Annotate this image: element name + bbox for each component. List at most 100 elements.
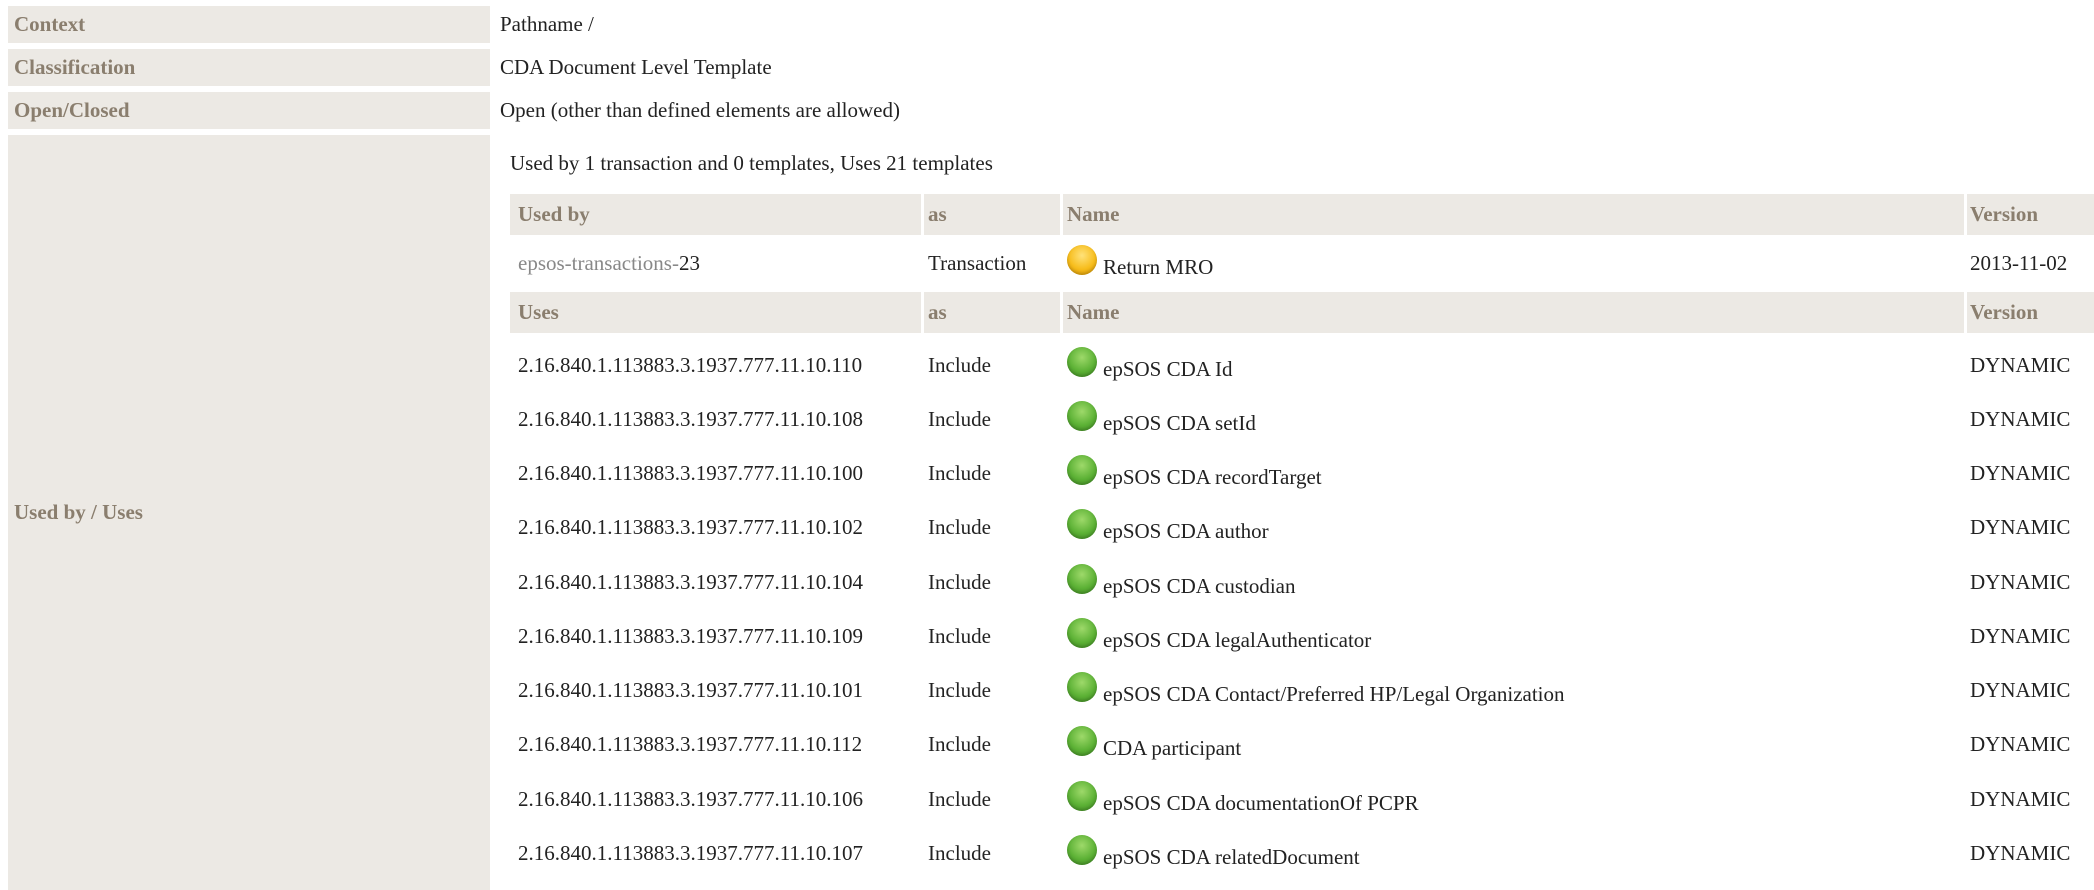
status-green-icon: [1067, 347, 1097, 377]
template-version: DYNAMIC: [1970, 731, 2071, 756]
template-name[interactable]: epSOS CDA relatedDocument: [1103, 845, 1360, 870]
used-by-version: 2013-11-02: [1970, 250, 2068, 275]
uses-header-row: Uses as Name Version: [510, 292, 2094, 333]
template-version: DYNAMIC: [1970, 514, 2071, 539]
transaction-link-prefix[interactable]: epsos-transactions-: [518, 251, 679, 276]
header-version: Version: [1970, 202, 2039, 226]
status-yellow-icon: [1067, 245, 1097, 275]
template-version: DYNAMIC: [1970, 677, 2071, 702]
template-as: Include: [928, 840, 991, 865]
template-version: DYNAMIC: [1970, 786, 2071, 811]
used-by-as: Transaction: [928, 250, 1027, 275]
template-name[interactable]: epSOS CDA recordTarget: [1103, 465, 1322, 490]
status-green-icon: [1067, 564, 1097, 594]
uses-row: 2.16.840.1.113883.3.1937.777.11.10.107 I…: [510, 828, 2094, 878]
template-id: 2.16.840.1.113883.3.1937.777.11.10.112: [518, 731, 863, 756]
uses-row: 2.16.840.1.113883.3.1937.777.11.10.100 I…: [510, 448, 2094, 498]
template-name-cell[interactable]: epSOS CDA legalAuthenticator: [1067, 611, 1371, 661]
template-name-cell[interactable]: epSOS CDA documentationOf PCPR: [1067, 774, 1419, 824]
template-id: 2.16.840.1.113883.3.1937.777.11.10.110: [518, 352, 863, 377]
context-label: Context: [8, 6, 490, 43]
template-name[interactable]: epSOS CDA legalAuthenticator: [1103, 628, 1371, 653]
used-by-header-row: Used by as Name Version: [510, 194, 2094, 235]
template-as: Include: [928, 352, 991, 377]
transaction-link[interactable]: epsos-transactions- 23: [518, 240, 700, 286]
template-id: 2.16.840.1.113883.3.1937.777.11.10.107: [518, 840, 863, 865]
header-as: as: [928, 202, 947, 226]
status-green-icon: [1067, 835, 1097, 865]
status-green-icon: [1067, 401, 1097, 431]
used-by-row: epsos-transactions- 23 Transaction Return…: [510, 240, 2094, 286]
template-id: 2.16.840.1.113883.3.1937.777.11.10.104: [518, 569, 863, 594]
template-id: 2.16.840.1.113883.3.1937.777.11.10.100: [518, 460, 863, 485]
used-by-name[interactable]: Return MRO: [1103, 255, 1213, 280]
context-value: Pathname /: [500, 12, 594, 36]
template-as: Include: [928, 623, 991, 648]
template-version: DYNAMIC: [1970, 840, 2071, 865]
template-version: DYNAMIC: [1970, 406, 2071, 431]
uses-row: 2.16.840.1.113883.3.1937.777.11.10.102 I…: [510, 502, 2094, 552]
template-version: DYNAMIC: [1970, 460, 2071, 485]
template-as: Include: [928, 460, 991, 485]
template-id: 2.16.840.1.113883.3.1937.777.11.10.109: [518, 623, 863, 648]
uses-row: 2.16.840.1.113883.3.1937.777.11.10.104 I…: [510, 557, 2094, 607]
uses-row: 2.16.840.1.113883.3.1937.777.11.10.109 I…: [510, 611, 2094, 661]
classification-label: Classification: [8, 49, 490, 86]
template-as: Include: [928, 677, 991, 702]
uses-row: 2.16.840.1.113883.3.1937.777.11.10.108 I…: [510, 394, 2094, 444]
header-separator: [1060, 292, 1063, 333]
header-separator: [1060, 194, 1063, 235]
status-green-icon: [1067, 618, 1097, 648]
header-separator: [921, 194, 924, 235]
status-green-icon: [1067, 726, 1097, 756]
template-name-cell[interactable]: epSOS CDA Contact/Preferred HP/Legal Org…: [1067, 665, 1565, 715]
template-name-cell[interactable]: epSOS CDA setId: [1067, 394, 1256, 444]
status-green-icon: [1067, 509, 1097, 539]
template-name[interactable]: epSOS CDA Contact/Preferred HP/Legal Org…: [1103, 682, 1565, 707]
template-name-cell[interactable]: CDA participant: [1067, 719, 1241, 769]
header-name: Name: [1067, 300, 1120, 324]
template-id: 2.16.840.1.113883.3.1937.777.11.10.108: [518, 406, 863, 431]
template-version: DYNAMIC: [1970, 623, 2071, 648]
template-name[interactable]: epSOS CDA Id: [1103, 357, 1233, 382]
open-closed-value: Open (other than defined elements are al…: [500, 98, 900, 122]
status-green-icon: [1067, 672, 1097, 702]
template-as: Include: [928, 731, 991, 756]
uses-row: 2.16.840.1.113883.3.1937.777.11.10.112 I…: [510, 719, 2094, 769]
header-separator: [921, 292, 924, 333]
template-as: Include: [928, 569, 991, 594]
transaction-link-suffix[interactable]: 23: [679, 251, 700, 276]
header-name: Name: [1067, 202, 1120, 226]
usage-summary: Used by 1 transaction and 0 templates, U…: [510, 150, 993, 175]
template-as: Include: [928, 406, 991, 431]
status-green-icon: [1067, 781, 1097, 811]
uses-row: 2.16.840.1.113883.3.1937.777.11.10.106 I…: [510, 774, 2094, 824]
header-version: Version: [1970, 300, 2039, 324]
uses-row: 2.16.840.1.113883.3.1937.777.11.10.110 I…: [510, 340, 2094, 390]
template-name[interactable]: CDA participant: [1103, 736, 1241, 761]
template-version: DYNAMIC: [1970, 569, 2071, 594]
template-name[interactable]: epSOS CDA setId: [1103, 411, 1256, 436]
template-as: Include: [928, 786, 991, 811]
template-name-cell[interactable]: epSOS CDA custodian: [1067, 557, 1296, 607]
header-uses: Uses: [518, 300, 559, 324]
template-name-cell[interactable]: epSOS CDA Id: [1067, 340, 1233, 390]
header-separator: [1964, 292, 1967, 333]
template-name-cell[interactable]: epSOS CDA author: [1067, 502, 1269, 552]
template-name[interactable]: epSOS CDA author: [1103, 519, 1269, 544]
template-as: Include: [928, 514, 991, 539]
header-as: as: [928, 300, 947, 324]
classification-value: CDA Document Level Template: [500, 55, 772, 79]
header-used-by: Used by: [518, 202, 590, 226]
template-id: 2.16.840.1.113883.3.1937.777.11.10.102: [518, 514, 863, 539]
template-id: 2.16.840.1.113883.3.1937.777.11.10.106: [518, 786, 863, 811]
template-name[interactable]: epSOS CDA documentationOf PCPR: [1103, 791, 1419, 816]
uses-row: 2.16.840.1.113883.3.1937.777.11.10.101 I…: [510, 665, 2094, 715]
template-id: 2.16.840.1.113883.3.1937.777.11.10.101: [518, 677, 863, 702]
used-by-name-cell[interactable]: Return MRO: [1067, 240, 1213, 286]
usage-label: Used by / Uses: [8, 135, 490, 890]
template-version: DYNAMIC: [1970, 352, 2071, 377]
template-name-cell[interactable]: epSOS CDA relatedDocument: [1067, 828, 1360, 878]
template-name[interactable]: epSOS CDA custodian: [1103, 574, 1296, 599]
template-name-cell[interactable]: epSOS CDA recordTarget: [1067, 448, 1322, 498]
